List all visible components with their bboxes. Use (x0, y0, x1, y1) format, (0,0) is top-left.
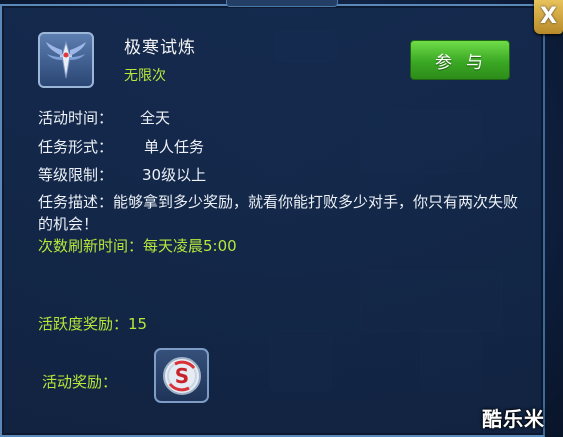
task-description: 任务描述：能够拿到多少奖励，就看你能打败多少对手，你只有两次失败的机会！ (38, 193, 519, 233)
close-button[interactable]: X (534, 0, 563, 34)
winged-sword-badge-icon (46, 40, 86, 79)
reward-item-slot[interactable]: S (154, 348, 209, 403)
task-title: 极寒试炼 (124, 38, 196, 58)
join-button[interactable]: 参与 (410, 40, 510, 80)
activity-points: 活跃度奖励：15 (38, 315, 148, 333)
level-row: 等级限制： 30级以上 (38, 164, 206, 185)
silver-coin-icon: S (162, 356, 201, 395)
time-row: 活动时间： 全天 (38, 107, 170, 128)
form-row: 任务形式： 单人任务 (38, 136, 204, 157)
level-value: 30级以上 (142, 166, 207, 184)
refresh-time: 次数刷新时间：每天凌晨5:00 (38, 237, 237, 255)
dialog-top-notch (226, 0, 338, 7)
time-value: 全天 (140, 109, 171, 127)
time-label: 活动时间： (38, 109, 114, 127)
form-label: 任务形式： (38, 138, 114, 156)
form-value: 单人任务 (144, 138, 205, 156)
task-frequency: 无限次 (124, 68, 166, 84)
task-badge (38, 32, 94, 88)
level-label: 等级限制： (38, 166, 114, 184)
watermark-logo: 酷乐米 (482, 407, 545, 431)
close-icon: X (540, 4, 557, 29)
svg-text:S: S (174, 364, 188, 388)
reward-label: 活动奖励： (42, 373, 118, 391)
